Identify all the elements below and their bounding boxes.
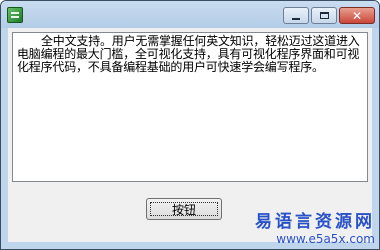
title-bar[interactable]: ✕ xyxy=(1,1,379,28)
client-area: 全中文支持。用户无需掌握任何英文知识，轻松迈过这道进入电脑编程的最大门槛，全可视… xyxy=(8,28,372,242)
action-button[interactable]: 按钮 xyxy=(146,198,222,220)
focus-rect xyxy=(150,202,218,216)
text-edit-box[interactable]: 全中文支持。用户无需掌握任何英文知识，轻松迈过这道进入电脑编程的最大门槛，全可视… xyxy=(12,32,368,182)
watermark: 易语言资源网 www.e5a5x.com xyxy=(255,212,375,246)
watermark-url: www.e5a5x.com xyxy=(276,232,375,246)
maximize-icon xyxy=(319,12,329,19)
app-window: ✕ 全中文支持。用户无需掌握任何英文知识，轻松迈过这道进入电脑编程的最大门槛，全… xyxy=(0,0,380,250)
app-icon[interactable] xyxy=(7,7,23,23)
minimize-icon xyxy=(292,17,300,20)
watermark-name: 易语言资源网 xyxy=(255,212,375,232)
minimize-button[interactable] xyxy=(283,7,309,24)
maximize-button[interactable] xyxy=(311,7,337,24)
close-button[interactable]: ✕ xyxy=(339,7,375,24)
close-icon: ✕ xyxy=(351,8,363,23)
